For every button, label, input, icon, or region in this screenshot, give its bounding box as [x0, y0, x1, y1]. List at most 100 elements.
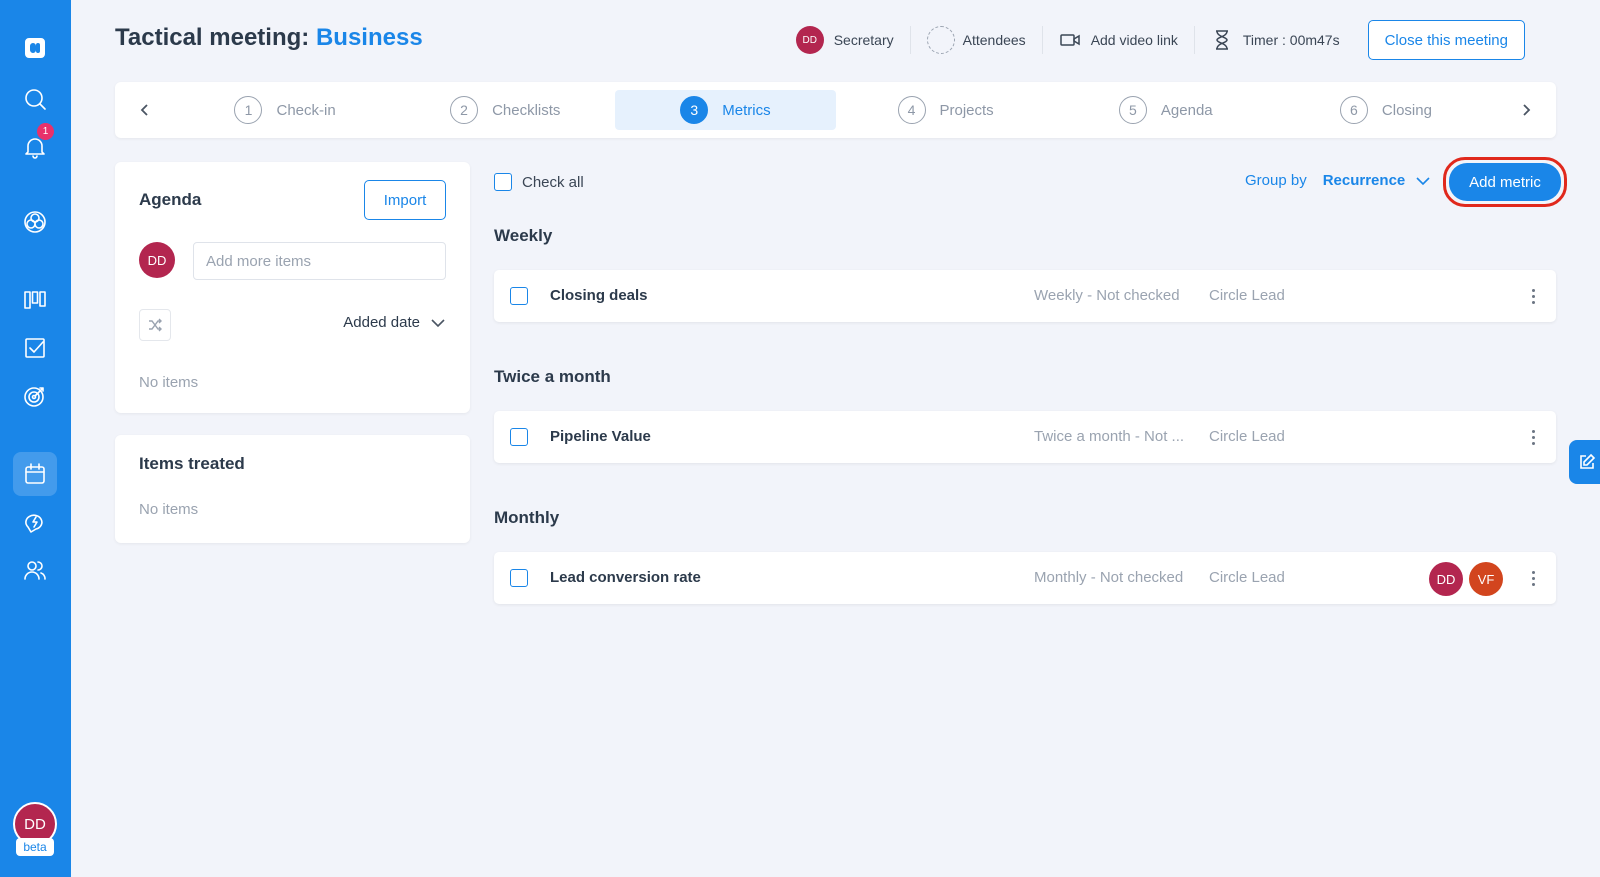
search-icon[interactable]: [13, 77, 57, 121]
metric-checkbox[interactable]: [510, 428, 528, 446]
step-check-in[interactable]: 1 Check-in: [175, 90, 395, 130]
step-number: 6: [1339, 96, 1368, 124]
meeting-timer: Timer : 00m47s: [1195, 24, 1356, 56]
edit-icon: [1580, 453, 1596, 469]
beta-badge: beta: [16, 838, 54, 856]
more-options-icon[interactable]: [1524, 425, 1542, 449]
edit-notes-button[interactable]: [1569, 440, 1600, 484]
check-all-label: Check all: [522, 173, 584, 191]
metric-status: Weekly - Not checked: [1034, 287, 1180, 304]
attendees-label: Attendees: [962, 32, 1026, 48]
step-label: Projects: [939, 101, 994, 119]
metric-status: Monthly - Not checked: [1034, 569, 1184, 586]
shuffle-button[interactable]: [139, 309, 171, 341]
page-title: Tactical meeting: Business: [115, 24, 423, 52]
group-by-label: Group by: [1245, 172, 1307, 189]
target-icon[interactable]: [13, 374, 57, 418]
step-label: Agenda: [1160, 101, 1213, 119]
page-title-prefix: Tactical meeting:: [115, 24, 316, 51]
add-video-link-label: Add video link: [1090, 32, 1178, 48]
meeting-steps: 1 Check-in 2 Checklists 3 Metrics 4 Projects 5 Ag…: [115, 82, 1556, 138]
video-camera-icon: [1059, 34, 1080, 46]
step-number: 4: [897, 96, 926, 124]
items-treated-panel: Items treated No items: [115, 435, 470, 543]
header-toolbar: DD Secretary Attendees Add video link Ti…: [780, 20, 1525, 60]
group-title: Weekly: [494, 226, 553, 245]
group-title: Monthly: [494, 508, 560, 527]
people-icon[interactable]: [13, 548, 57, 592]
step-label: Checklists: [492, 101, 561, 119]
step-number: 2: [450, 96, 479, 124]
avatar[interactable]: DD: [1429, 562, 1463, 596]
metric-checkbox[interactable]: [510, 287, 528, 305]
items-treated-empty-text: No items: [139, 501, 199, 518]
agenda-title: Agenda: [139, 190, 202, 209]
metric-row[interactable]: Pipeline Value Twice a month - Not ... C…: [494, 411, 1556, 463]
check-all-checkbox[interactable]: [494, 173, 512, 191]
avatar[interactable]: VF: [1469, 562, 1503, 596]
metric-checkbox[interactable]: [510, 569, 528, 587]
group-by-value: Recurrence: [1322, 172, 1406, 189]
add-agenda-item-input[interactable]: [193, 242, 446, 280]
notification-badge: 1: [37, 123, 54, 140]
check-all[interactable]: Check all: [494, 173, 584, 191]
agenda-empty-text: No items: [139, 374, 199, 391]
agenda-panel: Agenda Import DD Added date No items: [115, 162, 470, 413]
metric-row[interactable]: Lead conversion rate Monthly - Not check…: [494, 552, 1556, 604]
step-label: Closing: [1381, 101, 1432, 119]
step-number: 5: [1118, 96, 1147, 124]
steps-list: 1 Check-in 2 Checklists 3 Metrics 4 Projects 5 Ag…: [175, 90, 1496, 130]
shuffle-icon: [149, 318, 162, 332]
chevron-left-icon: [140, 104, 148, 116]
metric-owner: Circle Lead: [1209, 569, 1285, 586]
add-metric-highlight: Add metric: [1443, 157, 1567, 207]
sort-dropdown[interactable]: Added date: [343, 314, 446, 331]
timer-label: Timer : 00m47s: [1242, 32, 1340, 48]
metric-owner: Circle Lead: [1209, 287, 1285, 304]
previous-step-button[interactable]: [115, 82, 175, 138]
chevron-down-icon: [1416, 176, 1430, 185]
empty-avatar-icon: [926, 26, 955, 54]
step-label: Check-in: [276, 101, 336, 119]
lightning-chat-icon[interactable]: [13, 500, 57, 544]
step-metrics[interactable]: 3 Metrics: [615, 90, 836, 130]
step-label: Metrics: [722, 101, 771, 119]
chevron-down-icon: [431, 318, 445, 327]
bell-icon[interactable]: 1: [13, 123, 57, 169]
logo-icon[interactable]: [13, 26, 57, 70]
metric-owner: Circle Lead: [1209, 428, 1285, 445]
step-projects[interactable]: 4 Projects: [836, 90, 1056, 130]
chevron-right-icon: [1523, 104, 1531, 116]
checklist-icon[interactable]: [13, 326, 57, 370]
metric-name[interactable]: Lead conversion rate: [550, 569, 701, 586]
secretary-selector[interactable]: DD Secretary: [780, 24, 910, 56]
attendees-selector[interactable]: Attendees: [911, 24, 1042, 56]
sort-label: Added date: [343, 314, 420, 331]
metric-name[interactable]: Closing deals: [550, 287, 648, 304]
network-icon[interactable]: [13, 200, 57, 244]
calendar-icon[interactable]: [13, 452, 57, 496]
close-meeting-button[interactable]: Close this meeting: [1367, 20, 1525, 60]
secretary-label: Secretary: [833, 32, 894, 48]
more-options-icon[interactable]: [1524, 566, 1542, 590]
more-options-icon[interactable]: [1524, 284, 1542, 308]
add-metric-button[interactable]: Add metric: [1449, 163, 1561, 201]
page-title-circle[interactable]: Business: [316, 24, 423, 51]
board-icon[interactable]: [13, 278, 57, 322]
next-step-button[interactable]: [1496, 82, 1556, 138]
metric-status: Twice a month - Not ...: [1034, 428, 1185, 445]
add-video-link-button[interactable]: Add video link: [1043, 24, 1194, 56]
secretary-avatar: DD: [795, 26, 824, 54]
import-button[interactable]: Import: [364, 180, 446, 220]
metric-name[interactable]: Pipeline Value: [550, 428, 651, 445]
items-treated-title: Items treated: [139, 454, 245, 473]
metric-row[interactable]: Closing deals Weekly - Not checked Circl…: [494, 270, 1556, 322]
step-closing[interactable]: 6 Closing: [1276, 90, 1496, 130]
step-agenda[interactable]: 5 Agenda: [1056, 90, 1276, 130]
hourglass-icon: [1215, 30, 1228, 50]
step-checklists[interactable]: 2 Checklists: [395, 90, 615, 130]
sidebar: 1 DD beta: [0, 0, 71, 877]
avatar: DD: [139, 242, 175, 278]
group-title: Twice a month: [494, 367, 611, 386]
group-by-dropdown[interactable]: Group by Recurrence: [1245, 172, 1431, 189]
